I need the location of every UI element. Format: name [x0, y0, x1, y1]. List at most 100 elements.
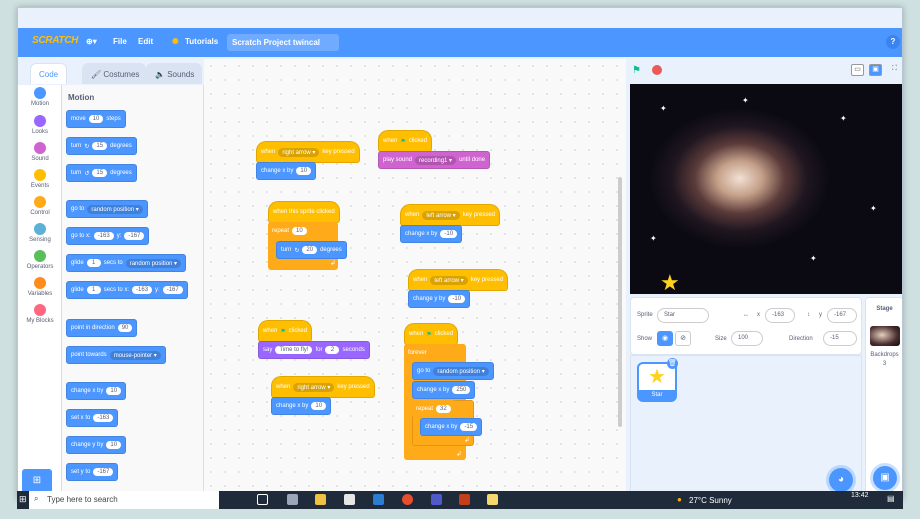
block-change-y[interactable]: change y by 10	[66, 436, 127, 454]
script6-hat[interactable]: when ⚑ clicked	[258, 320, 313, 342]
script3-hat[interactable]: when this sprite clicked	[268, 201, 340, 223]
block-glide-xy[interactable]: glide 1 secs to x: -163 y: -167	[66, 281, 188, 299]
block-dropdown[interactable]: random position ▾	[433, 366, 489, 376]
script7-hat[interactable]: when right arrow ▾ key pressed	[271, 376, 375, 398]
script8-hat[interactable]: when ⚑ clicked	[404, 323, 459, 345]
app-icon[interactable]	[487, 494, 498, 505]
category-sound[interactable]: Sound	[18, 142, 62, 162]
block-input[interactable]: 10	[106, 387, 122, 395]
x-field[interactable]: -163	[765, 308, 795, 323]
block-input[interactable]: -167	[93, 468, 114, 476]
stage-selector[interactable]: Stage Backdrops 3 ▣	[865, 297, 902, 499]
add-backdrop-button[interactable]: ▣	[873, 466, 897, 490]
stop-icon[interactable]	[652, 65, 662, 75]
block-turn-right[interactable]: turn ↻ 15 degrees	[66, 137, 137, 155]
small-stage-icon[interactable]: ▭	[851, 64, 864, 76]
store-icon[interactable]	[344, 494, 355, 505]
powerpoint-icon[interactable]	[459, 494, 470, 505]
chrome-icon[interactable]	[402, 494, 413, 505]
sprite-name-field[interactable]: Star	[657, 308, 709, 323]
tab-costumes[interactable]: 🖌 Costumes	[82, 63, 146, 84]
category-control[interactable]: Control	[18, 196, 62, 216]
direction-field[interactable]: -15	[823, 331, 857, 346]
block-input[interactable]: 90	[117, 324, 133, 332]
outlook-icon[interactable]	[373, 494, 384, 505]
tab-code[interactable]: Code	[30, 63, 68, 84]
block-input[interactable]: 20	[302, 246, 318, 254]
notification-icon[interactable]: ▤	[887, 494, 895, 503]
file-menu[interactable]: File	[113, 37, 127, 46]
task-view-icon[interactable]	[287, 494, 298, 505]
delete-sprite-icon[interactable]: 🗑	[667, 358, 678, 369]
block-input[interactable]: -163	[93, 232, 114, 240]
y-field[interactable]: -167	[827, 308, 857, 323]
category-my-blocks[interactable]: My Blocks	[18, 304, 62, 324]
block-dropdown[interactable]: right arrow ▾	[278, 147, 320, 157]
hide-icon[interactable]: ⊘	[675, 331, 691, 346]
tutorials-menu[interactable]: Tutorials	[185, 37, 218, 46]
block-dropdown[interactable]: left arrow ▾	[430, 275, 468, 285]
script5-hat[interactable]: when left arrow ▾ key pressed	[408, 269, 509, 291]
block-input[interactable]: 2	[325, 346, 340, 354]
script8-change-x[interactable]: change x by 250	[412, 381, 476, 399]
block-input[interactable]: 10	[311, 402, 327, 410]
show-visible-icon[interactable]: ◉	[657, 331, 673, 346]
code-workspace[interactable]: when right arrow ▾ key pressed change x by…	[204, 59, 794, 499]
add-sprite-button[interactable]: ◕	[829, 468, 853, 492]
category-motion[interactable]: Motion	[18, 87, 62, 107]
taskbar-search[interactable]: ⌕ Type here to search	[29, 491, 219, 509]
stage-canvas[interactable]: ✦ ✦ ✦ ✦ ✦ ✦ ★	[630, 84, 902, 294]
workspace-vertical-scrollbar[interactable]	[618, 177, 622, 427]
search-taskbar-icon[interactable]	[257, 494, 268, 505]
block-move[interactable]: move 10 steps	[66, 110, 126, 128]
block-input[interactable]: -163	[93, 414, 114, 422]
green-flag-icon[interactable]: ⚑	[632, 65, 641, 76]
size-field[interactable]: 100	[731, 331, 763, 346]
large-stage-icon[interactable]: ▣	[869, 64, 882, 76]
project-title-input[interactable]: Scratch Project twincal	[227, 34, 339, 51]
script1-hat[interactable]: when right arrow ▾ key pressed	[256, 141, 360, 163]
block-input[interactable]: -10	[448, 295, 466, 303]
language-menu[interactable]: ⊕▾	[86, 37, 97, 46]
block-input[interactable]: 10	[292, 227, 307, 235]
star-sprite-icon[interactable]: ★	[660, 272, 680, 294]
block-input[interactable]: -163	[132, 286, 153, 294]
edit-menu[interactable]: Edit	[138, 37, 153, 46]
block-goto-xy[interactable]: go to x: -163 y: -167	[66, 227, 150, 245]
block-input[interactable]: 10	[106, 441, 122, 449]
block-set-x[interactable]: set x to -163	[66, 409, 119, 427]
block-goto-random[interactable]: go to random position ▾	[66, 200, 148, 218]
block-glide-random[interactable]: glide 1 secs to random position ▾	[66, 254, 187, 272]
script5-change-y[interactable]: change y by -10	[408, 290, 471, 308]
start-icon[interactable]: ⊞	[19, 494, 27, 505]
script6-say[interactable]: say Time to fly! for 2 seconds	[258, 341, 370, 359]
scratch-logo[interactable]: SCRATCH	[32, 35, 78, 46]
file-explorer-icon[interactable]	[315, 494, 326, 505]
category-sensing[interactable]: Sensing	[18, 223, 62, 243]
script1-change-x[interactable]: change x by 10	[256, 162, 317, 180]
script4-hat[interactable]: when left arrow ▾ key pressed	[400, 204, 501, 226]
tab-sounds[interactable]: 🔈 Sounds	[146, 63, 202, 84]
block-dropdown[interactable]: mouse-pointer ▾	[109, 350, 161, 360]
category-variables[interactable]: Variables	[18, 277, 62, 297]
block-input[interactable]: 15	[92, 169, 108, 177]
block-change-x[interactable]: change x by 10	[66, 382, 127, 400]
backdrop-thumbnail[interactable]	[869, 326, 900, 346]
block-dropdown[interactable]: random position ▾	[125, 258, 182, 268]
clock-time[interactable]: 13:42	[851, 492, 869, 499]
help-icon[interactable]: ?	[886, 35, 900, 49]
block-turn-left[interactable]: turn ↺ 15 degrees	[66, 164, 137, 182]
block-input[interactable]: 1	[86, 259, 101, 267]
block-dropdown[interactable]: random position ▾	[87, 204, 143, 214]
weather-text[interactable]: 27°C Sunny	[689, 496, 732, 505]
block-input[interactable]: -167	[162, 286, 183, 294]
tutorials-icon[interactable]: ✺	[172, 37, 179, 46]
block-input[interactable]: 10	[296, 167, 312, 175]
block-dropdown[interactable]: left arrow ▾	[422, 210, 460, 220]
script4-change-x[interactable]: change x by -10	[400, 225, 463, 243]
script8-change-x-inner[interactable]: change x by -15	[420, 418, 483, 436]
script7-change-x[interactable]: change x by 10	[271, 397, 332, 415]
block-point-towards[interactable]: point towards mouse-pointer ▾	[66, 346, 166, 364]
script8-goto[interactable]: go to random position ▾	[412, 362, 494, 380]
block-input[interactable]: 250	[452, 386, 471, 394]
